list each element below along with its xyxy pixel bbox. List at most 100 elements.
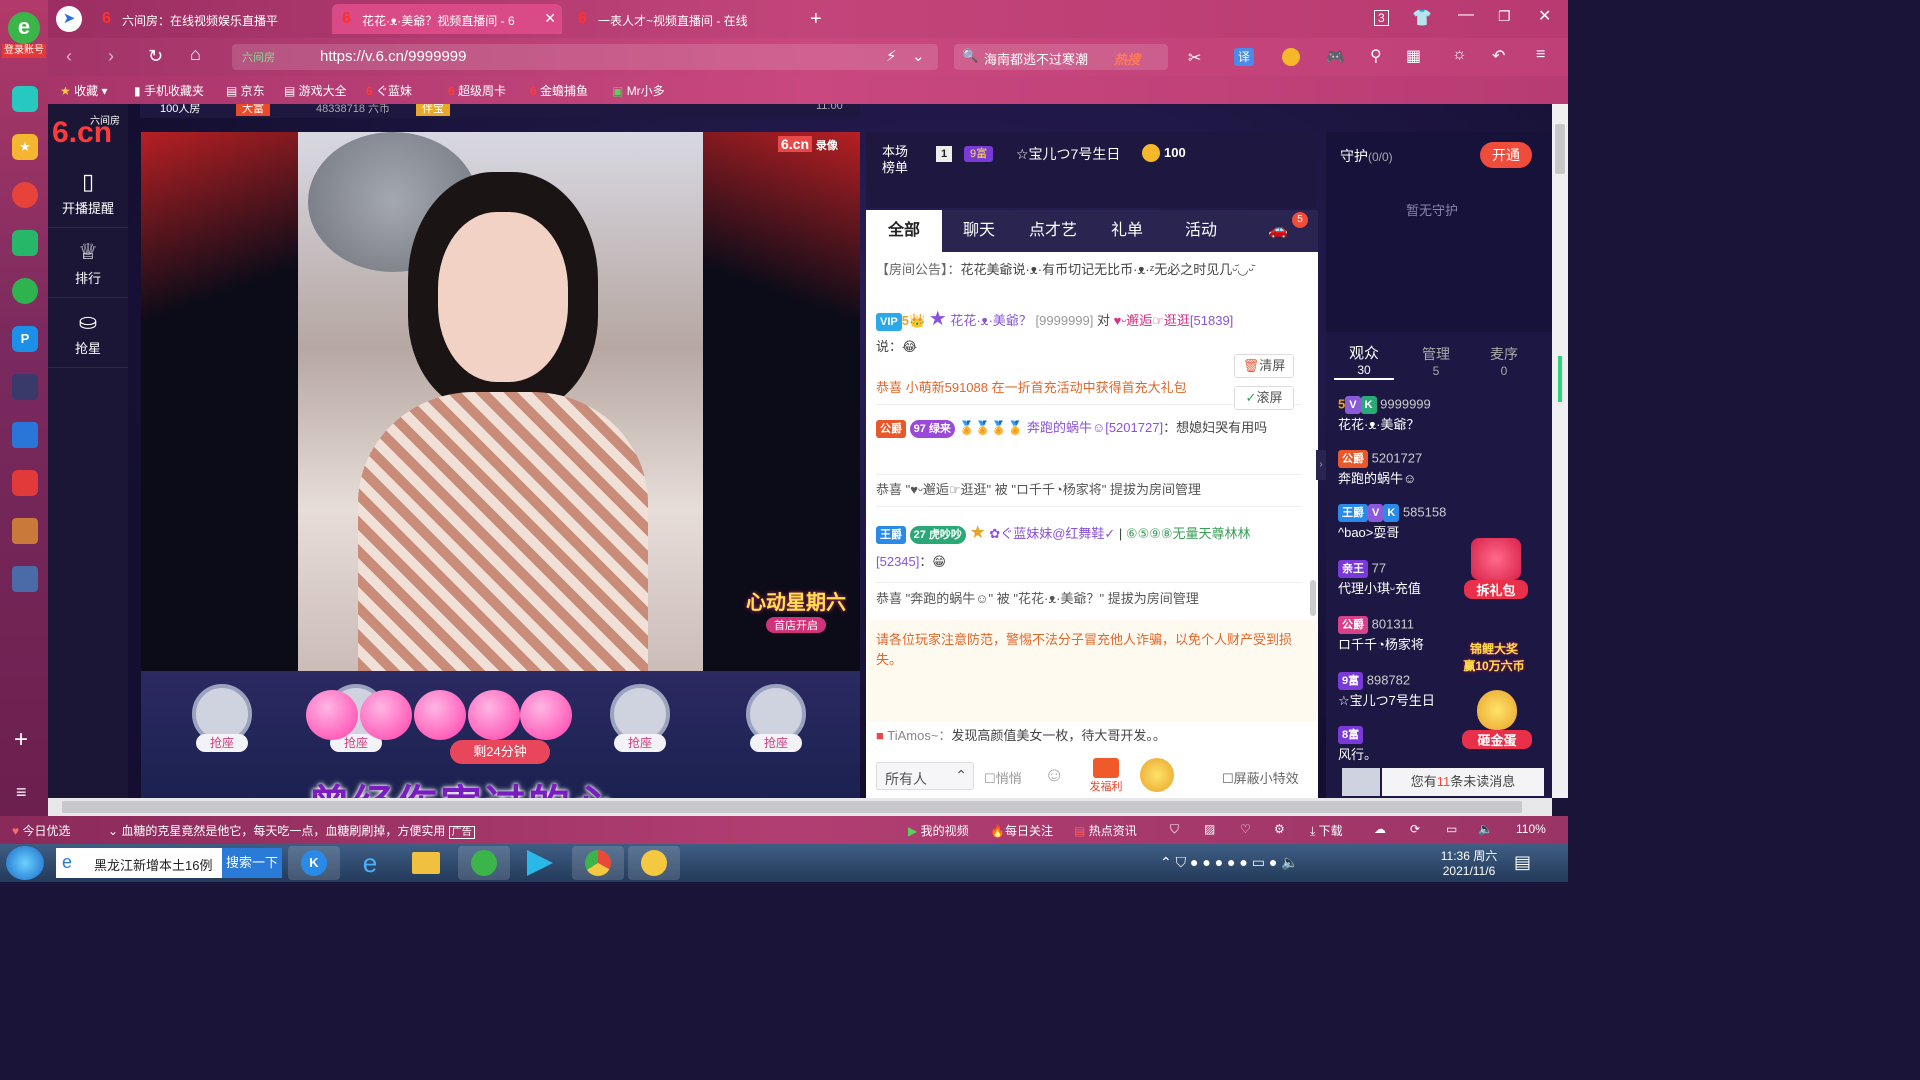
daily-follow[interactable]: 🔥每日关注 <box>990 822 1053 839</box>
close-tab-icon[interactable]: ✕ <box>544 10 556 27</box>
window-count-icon[interactable]: 3 <box>1374 10 1389 26</box>
rank-user[interactable]: ☆宝儿つ7号生日 <box>1016 144 1120 164</box>
window-icon[interactable]: ▭ <box>1446 822 1457 836</box>
tab-talent[interactable]: 点才艺 <box>1016 210 1090 252</box>
tab-all[interactable]: 全部 <box>867 210 941 252</box>
lightning-icon[interactable]: ⚡ <box>886 47 897 65</box>
collapse-icon[interactable]: › <box>1316 450 1326 480</box>
seat-4[interactable]: 抢座 <box>724 684 828 780</box>
scroll-lock-button[interactable]: ✓滚屏 <box>1234 386 1294 410</box>
search-input[interactable]: 🔍 海南都逃不过寒潮 热搜 <box>954 44 1168 70</box>
forward-icon[interactable]: › <box>108 46 114 67</box>
chevron-down-icon[interactable]: ⌄ <box>912 47 925 65</box>
chat-icon[interactable] <box>12 278 38 304</box>
tab-audience[interactable]: 观众 30 <box>1334 342 1394 380</box>
navigate-icon[interactable]: ➤ <box>56 6 82 32</box>
star-icon[interactable]: ★ <box>12 134 38 160</box>
clock[interactable]: 11:36 周六 2021/11/6 <box>1436 847 1502 878</box>
url-input[interactable]: 六间房 https://v.6.cn/9999999 ⚡ ⌄ <box>232 44 938 70</box>
horizontal-scrollbar[interactable] <box>48 798 1552 816</box>
scissors-icon[interactable]: ✂ <box>1188 48 1201 68</box>
taskbar-player[interactable] <box>514 846 566 880</box>
cloud-icon[interactable]: ☁ <box>1374 822 1386 836</box>
browser-menu-icon[interactable]: ≡ <box>1536 46 1545 64</box>
zoom-level[interactable]: 110% <box>1516 822 1546 836</box>
heart-outline-icon[interactable]: ♡ <box>1240 822 1251 836</box>
gift-pack-button[interactable]: 拆礼包 <box>1464 538 1528 608</box>
shop-icon[interactable] <box>12 470 38 496</box>
maximize-icon[interactable]: ❐ <box>1498 8 1511 25</box>
tab-yibiaorencai[interactable]: 6 一表人才~视频直播间 - 在线 <box>568 4 798 34</box>
golden-egg-button[interactable]: 砸金蛋 <box>1462 690 1532 758</box>
game2-icon[interactable] <box>12 518 38 544</box>
sun-icon[interactable]: ☼ <box>1452 46 1467 64</box>
taskbar-qq[interactable] <box>628 846 680 880</box>
close-icon[interactable]: ✕ <box>1538 6 1551 26</box>
tab-activity[interactable]: 活动 <box>1164 210 1238 252</box>
mail-icon[interactable] <box>12 230 38 256</box>
scroll-thumb[interactable] <box>1555 124 1565 174</box>
image-icon[interactable]: ▨ <box>1204 822 1215 836</box>
nav-grab-star[interactable]: ⛀ 抢星 <box>48 302 128 368</box>
unread-messages[interactable]: 您有11条未读消息 <box>1382 768 1544 796</box>
refresh-icon[interactable]: ↻ <box>148 46 163 67</box>
site-logo[interactable]: 6.cn 六间房 <box>52 112 128 152</box>
chat-user[interactable]: ♥ᵕ邂逅☞逛逛 <box>1114 313 1190 328</box>
whisper-checkbox[interactable]: ☐悄悄 <box>984 768 1022 787</box>
chat-user[interactable]: ✿ぐ蓝妹妹@红舞鞋✓ <box>989 526 1115 541</box>
weibo-icon[interactable] <box>12 182 38 208</box>
login-button[interactable]: 登录账号 <box>2 44 46 58</box>
tray-icons[interactable]: ⌃ ⛉ ● ● ● ● ● ▭ ● 🔈 <box>1160 854 1299 871</box>
my-videos[interactable]: ▶ 我的视频 <box>908 822 969 839</box>
taskbar-chrome[interactable] <box>572 846 624 880</box>
sync-icon[interactable]: ⟳ <box>1410 822 1420 836</box>
game-icon[interactable] <box>12 374 38 400</box>
bookmark-item[interactable]: ▤ 京东 <box>226 82 265 99</box>
recipient-select[interactable]: 所有人 ⌃ <box>876 762 974 790</box>
bookmark-item[interactable]: ▮ 手机收藏夹 <box>134 82 204 99</box>
chat-user[interactable]: 奔跑的蜗牛☺ <box>1027 420 1105 435</box>
bookmark-item[interactable]: 6 ぐ蓝妹 <box>366 82 412 99</box>
download-button[interactable]: ⤓ 下载 <box>1310 822 1343 839</box>
open-guard-button[interactable]: 开通 <box>1480 142 1532 168</box>
back-icon[interactable]: ‹ <box>66 46 72 67</box>
seat-1[interactable]: 抢座 <box>170 684 274 780</box>
taskbar-explorer[interactable] <box>400 846 452 880</box>
add-icon[interactable]: + <box>14 726 28 754</box>
tab-mic-queue[interactable]: 麦序 0 <box>1474 344 1534 382</box>
welfare-button[interactable]: 发福利 <box>1078 758 1134 794</box>
chat-user[interactable]: 花花·ᴥ·美爺？ <box>950 313 1032 328</box>
home-icon[interactable]: ⌂ <box>190 44 201 65</box>
stream-video[interactable] <box>298 132 703 671</box>
chat-scrollbar[interactable] <box>1310 580 1316 616</box>
grid-icon[interactable]: ▦ <box>1406 46 1421 66</box>
audience-item[interactable]: 王爵 V K 585158 ^bao>耍哥 <box>1338 504 1538 541</box>
bookmark-item[interactable]: ▣ Mr小多 <box>612 82 665 99</box>
bookmark-item[interactable]: 6 超级周卡 <box>448 82 506 99</box>
word-icon[interactable] <box>12 422 38 448</box>
vertical-scrollbar[interactable] <box>1552 104 1568 798</box>
tab-chat[interactable]: 聊天 <box>942 210 1016 252</box>
taskbar-browser[interactable] <box>458 846 510 880</box>
game3-icon[interactable] <box>12 566 38 592</box>
bookmark-item[interactable]: ▤ 游戏大全 <box>284 82 347 99</box>
rank-label[interactable]: 本场榜单 <box>882 144 914 176</box>
hot-news[interactable]: ▤ 热点资讯 <box>1074 822 1137 839</box>
scroll-thumb[interactable] <box>62 801 1522 813</box>
shield-icon[interactable]: ⛉ <box>1170 822 1179 837</box>
audience-item[interactable]: 公爵 5201727 奔跑的蜗牛☺ <box>1338 450 1538 487</box>
prize-banner[interactable]: 锦鲤大奖 赢10万六币 <box>1458 640 1530 680</box>
minimize-icon[interactable]: — <box>1458 6 1474 24</box>
gamepad-icon[interactable]: 🎮 <box>1326 48 1345 66</box>
bookmark-favorites[interactable]: ★ 收藏 ▾ <box>60 82 107 99</box>
new-tab-icon[interactable]: + <box>810 8 822 31</box>
tab-huahua[interactable]: 6 花花·ᴥ·美爺？视频直播间 - 6 ✕ <box>332 4 562 34</box>
taskbar-search-input[interactable]: e 黑龙江新增本土16例 <box>56 848 222 878</box>
nav-ranking[interactable]: ♕ 排行 <box>48 232 128 298</box>
iqiyi-icon[interactable]: P <box>12 326 38 352</box>
menu-icon[interactable]: ≡ <box>16 782 27 803</box>
tab-car[interactable]: 🚗 5 <box>1238 210 1318 252</box>
skin-icon[interactable]: 👕 <box>1412 8 1432 28</box>
seat-3[interactable]: 抢座 <box>588 684 692 780</box>
taskbar-search-button[interactable]: 搜索一下 <box>222 848 282 878</box>
